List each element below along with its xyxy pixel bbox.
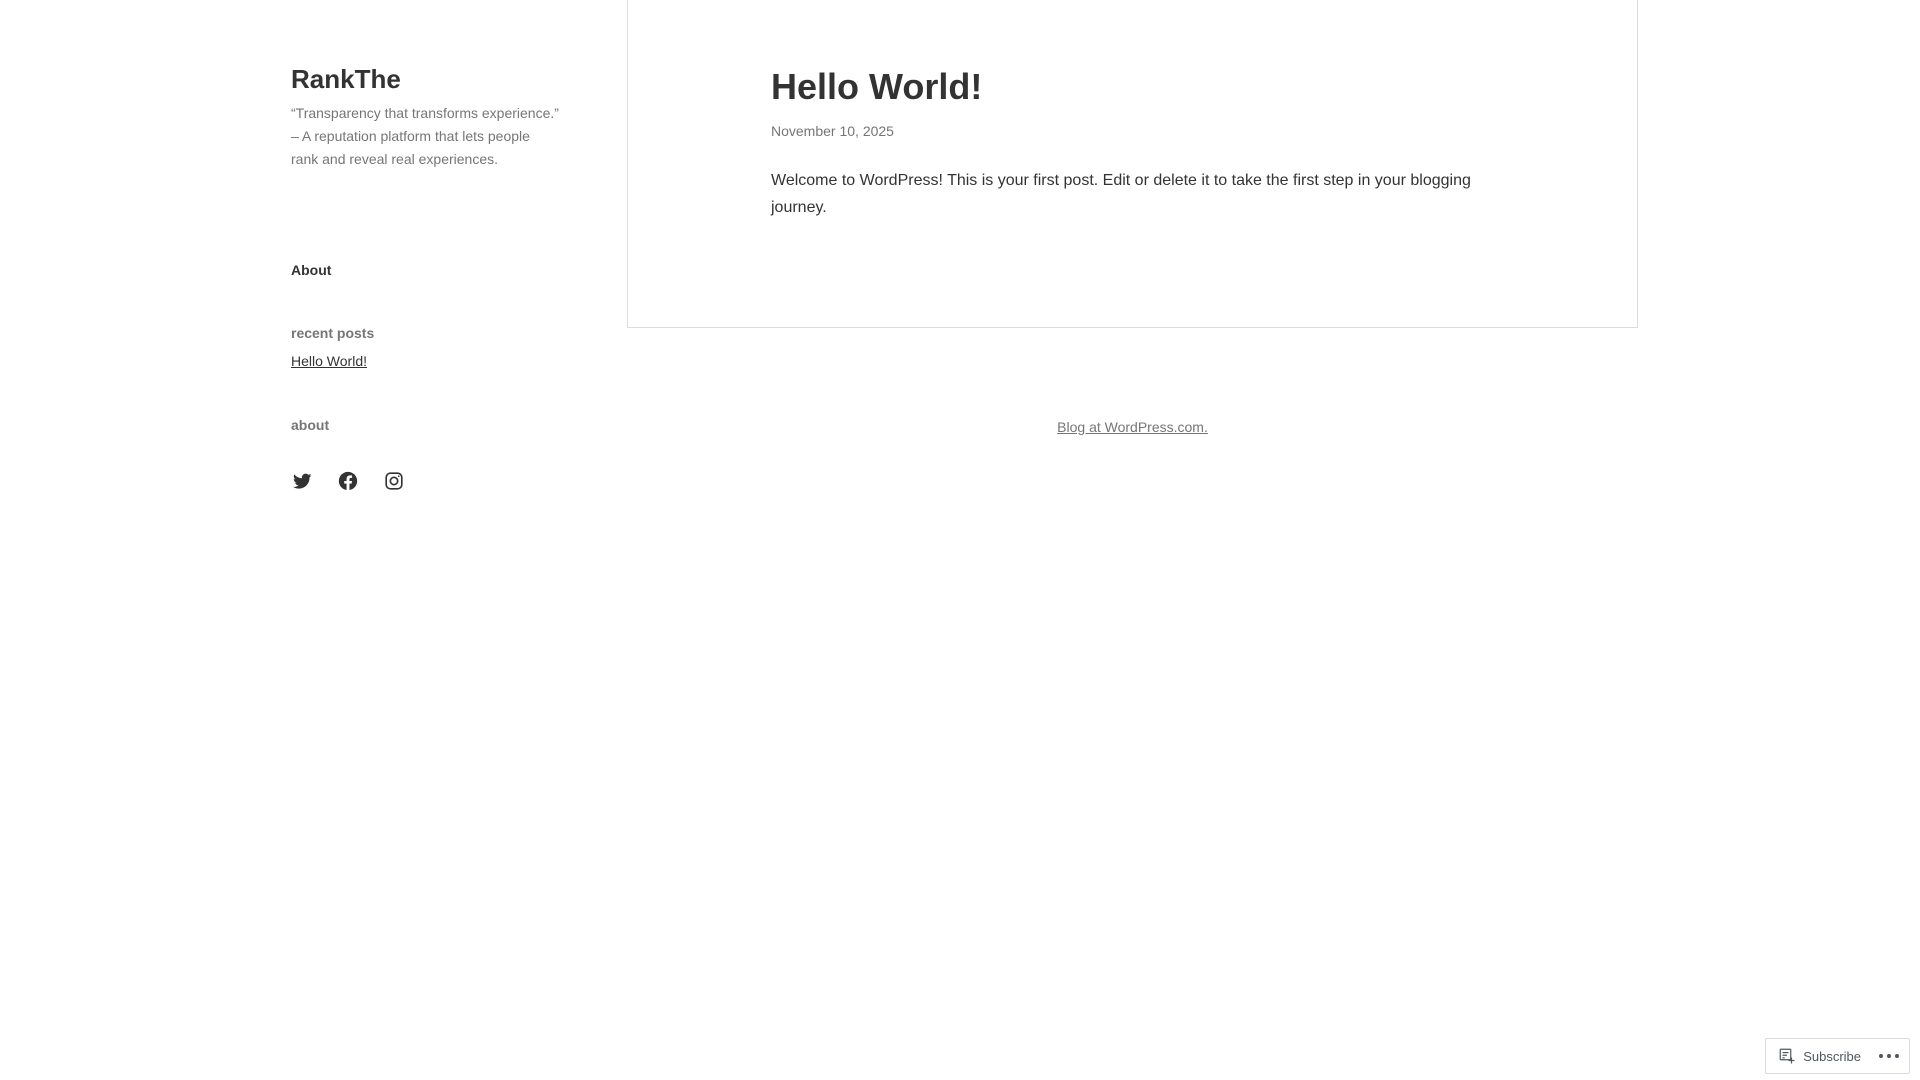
recent-posts-widget: recent posts Hello World!	[291, 323, 559, 371]
instagram-link[interactable]	[383, 470, 405, 492]
post: Hello World! November 10, 2025 Welcome t…	[771, 65, 1501, 221]
menu-item-about[interactable]: About	[291, 262, 331, 278]
social-links	[291, 470, 559, 492]
subscribe-button[interactable]: Subscribe	[1778, 1047, 1861, 1065]
about-widget-title: about	[291, 417, 330, 433]
twitter-icon	[293, 473, 312, 489]
facebook-link[interactable]	[337, 470, 359, 492]
recent-posts-title: recent posts	[291, 325, 375, 341]
site-title[interactable]: RankThe	[291, 62, 401, 96]
post-date[interactable]: November 10, 2025	[771, 121, 1501, 141]
subscribe-icon	[1779, 1048, 1795, 1064]
ellipsis-icon	[1895, 1054, 1899, 1058]
content-area: Hello World! November 10, 2025 Welcome t…	[627, 0, 1638, 328]
post-content: Welcome to WordPress! This is your first…	[771, 172, 1471, 216]
recent-posts-list: Hello World!	[291, 351, 559, 371]
list-item: Hello World!	[291, 351, 559, 371]
footer-credit-link[interactable]: Blog at WordPress.com.	[1057, 419, 1208, 435]
facebook-icon	[338, 471, 358, 491]
actionbar: Subscribe	[1765, 1038, 1910, 1074]
recent-post-link[interactable]: Hello World!	[291, 353, 367, 369]
subscribe-label: Subscribe	[1803, 1048, 1861, 1064]
twitter-link[interactable]	[291, 470, 313, 492]
site-footer: Blog at WordPress.com.	[627, 417, 1638, 437]
instagram-icon	[385, 472, 403, 490]
sidebar-menu: About	[291, 260, 559, 280]
about-widget: about	[291, 415, 559, 435]
sidebar: RankThe “Transparency that transforms ex…	[291, 62, 559, 492]
ellipsis-icon	[1879, 1054, 1883, 1058]
ellipsis-icon	[1887, 1054, 1891, 1058]
site-description: “Transparency that transforms experience…	[291, 105, 559, 167]
post-title[interactable]: Hello World!	[771, 65, 1501, 109]
more-options-button[interactable]	[1879, 1054, 1899, 1058]
page: RankThe “Transparency that transforms ex…	[0, 0, 1920, 1080]
